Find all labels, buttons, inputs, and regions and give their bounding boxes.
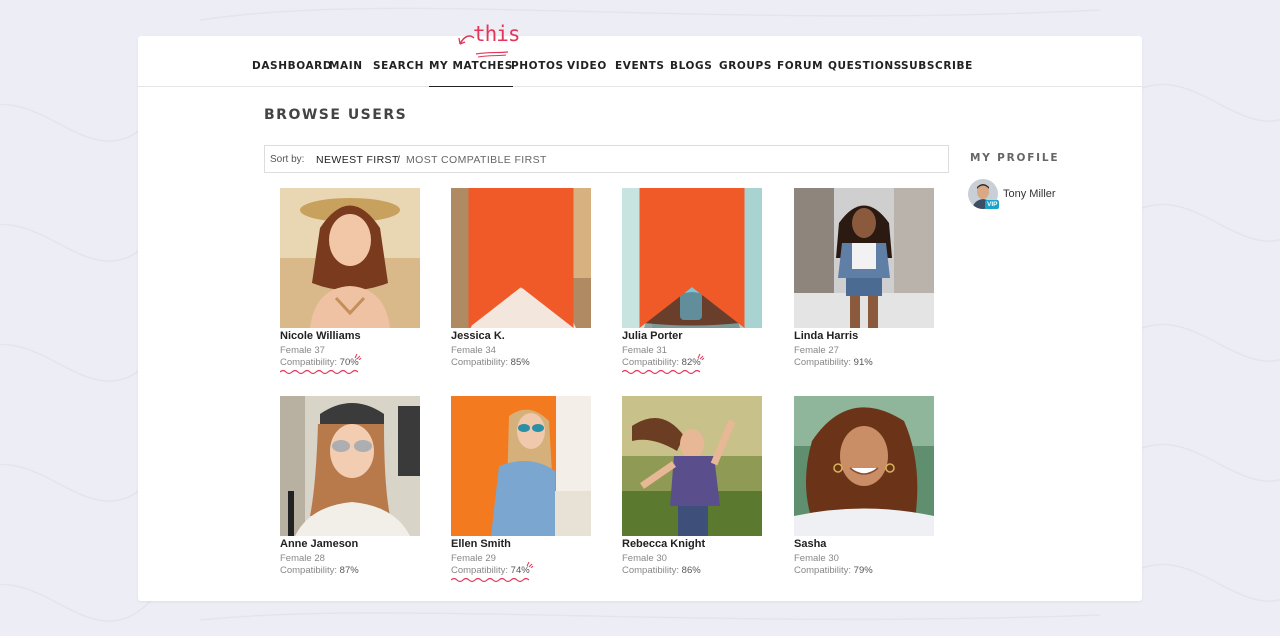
user-name[interactable]: Rebecca Knight (622, 538, 705, 550)
top-navigation: DASHBOARD MAIN SEARCH MY MATCHES PHOTOS … (138, 22, 1142, 87)
user-meta: Female 29 (451, 553, 496, 564)
user-name[interactable]: Julia Porter (622, 330, 683, 342)
compatibility-label: Compatibility: (622, 565, 680, 576)
nav-photos[interactable]: PHOTOS (511, 60, 564, 87)
user-name[interactable]: Nicole Williams (280, 330, 361, 342)
sort-newest-first[interactable]: NEWEST FIRST (316, 154, 399, 166)
annotation-text: this (473, 22, 521, 46)
annotation-tick-icon (697, 353, 705, 360)
compatibility-value: 91% (853, 357, 873, 368)
user-card[interactable]: Julia Porter Female 31 Compatibility: 82… (622, 188, 762, 378)
user-name[interactable]: Anne Jameson (280, 538, 358, 550)
nav-questions[interactable]: QUESTIONS (828, 60, 902, 87)
user-compatibility: Compatibility: 82% (622, 357, 701, 368)
compatibility-value: 85% (510, 357, 530, 368)
user-card[interactable]: Anne Jameson Female 28 Compatibility: 87… (280, 396, 420, 586)
nav-dashboard[interactable]: DASHBOARD (252, 60, 332, 87)
annotation-underline (622, 369, 700, 375)
sort-bar: Sort by: NEWEST FIRST / MOST COMPATIBLE … (264, 145, 949, 173)
user-meta: Female 27 (794, 345, 839, 356)
compatibility-value: 86% (681, 565, 701, 576)
user-meta: Female 34 (451, 345, 496, 356)
nav-video[interactable]: VIDEO (567, 60, 607, 87)
user-compatibility: Compatibility: 87% (280, 565, 359, 576)
nav-subscribe[interactable]: SUBSCRIBE (901, 60, 973, 87)
user-card[interactable]: Linda Harris Female 27 Compatibility: 91… (794, 188, 934, 378)
compatibility-label: Compatibility: (451, 357, 509, 368)
handwritten-annotation: this (456, 22, 521, 62)
user-compatibility: Compatibility: 86% (622, 565, 701, 576)
compatibility-label: Compatibility: (280, 357, 338, 368)
nav-forum[interactable]: FORUM (777, 60, 823, 87)
user-meta: Female 37 (280, 345, 325, 356)
nav-my-matches[interactable]: MY MATCHES (429, 60, 513, 87)
nav-search[interactable]: SEARCH (373, 60, 424, 87)
user-photo[interactable] (622, 188, 762, 328)
user-name[interactable]: Jessica K. (451, 330, 505, 342)
nav-blogs[interactable]: BLOGS (670, 60, 712, 87)
user-compatibility: Compatibility: 85% (451, 357, 530, 368)
compatibility-value: 87% (339, 565, 359, 576)
compatibility-label: Compatibility: (794, 357, 852, 368)
user-compatibility: Compatibility: 79% (794, 565, 873, 576)
vip-badge: VIP (985, 200, 1000, 209)
compatibility-label: Compatibility: (451, 565, 509, 576)
user-photo[interactable] (451, 188, 591, 328)
user-photo[interactable] (794, 188, 934, 328)
user-name[interactable]: Sasha (794, 538, 826, 550)
user-meta: Female 30 (622, 553, 667, 564)
user-meta: Female 30 (794, 553, 839, 564)
user-card[interactable]: Nicole Williams Female 37 Compatibility:… (280, 188, 420, 378)
my-profile-heading: MY PROFILE (970, 152, 1060, 164)
compatibility-label: Compatibility: (280, 565, 338, 576)
user-card[interactable]: Rebecca Knight Female 30 Compatibility: … (622, 396, 762, 586)
user-meta: Female 31 (622, 345, 667, 356)
annotation-tick-icon (354, 353, 362, 360)
nav-events[interactable]: EVENTS (615, 60, 665, 87)
user-photo[interactable] (622, 396, 762, 536)
bookmark-icon[interactable] (451, 188, 591, 328)
user-name[interactable]: Ellen Smith (451, 538, 511, 550)
user-card[interactable]: Ellen Smith Female 29 Compatibility: 74% (451, 396, 591, 586)
user-photo[interactable] (280, 396, 420, 536)
sort-separator: / (397, 154, 400, 166)
user-card[interactable]: Jessica K. Female 34 Compatibility: 85% (451, 188, 591, 378)
user-compatibility: Compatibility: 74% (451, 565, 530, 576)
page-title: BROWSE USERS (264, 107, 408, 123)
my-profile-link[interactable]: VIP Tony Miller (968, 179, 1088, 209)
nav-main[interactable]: MAIN (329, 60, 363, 87)
user-compatibility: Compatibility: 91% (794, 357, 873, 368)
annotation-tick-icon (526, 561, 534, 568)
compatibility-value: 79% (853, 565, 873, 576)
bookmark-icon[interactable] (622, 188, 762, 328)
user-compatibility: Compatibility: 70% (280, 357, 359, 368)
user-name[interactable]: Linda Harris (794, 330, 858, 342)
annotation-underline (280, 369, 358, 375)
user-photo[interactable] (280, 188, 420, 328)
compatibility-label: Compatibility: (794, 565, 852, 576)
main-card: DASHBOARD MAIN SEARCH MY MATCHES PHOTOS … (138, 22, 1142, 601)
sort-most-compatible[interactable]: MOST COMPATIBLE FIRST (406, 154, 547, 166)
annotation-underline (451, 577, 529, 583)
compatibility-label: Compatibility: (622, 357, 680, 368)
profile-name[interactable]: Tony Miller (1003, 188, 1056, 200)
user-photo[interactable] (794, 396, 934, 536)
nav-groups[interactable]: GROUPS (719, 60, 772, 87)
user-card[interactable]: Sasha Female 30 Compatibility: 79% (794, 396, 934, 586)
user-photo[interactable] (451, 396, 591, 536)
user-meta: Female 28 (280, 553, 325, 564)
sort-label: Sort by: (270, 154, 305, 165)
